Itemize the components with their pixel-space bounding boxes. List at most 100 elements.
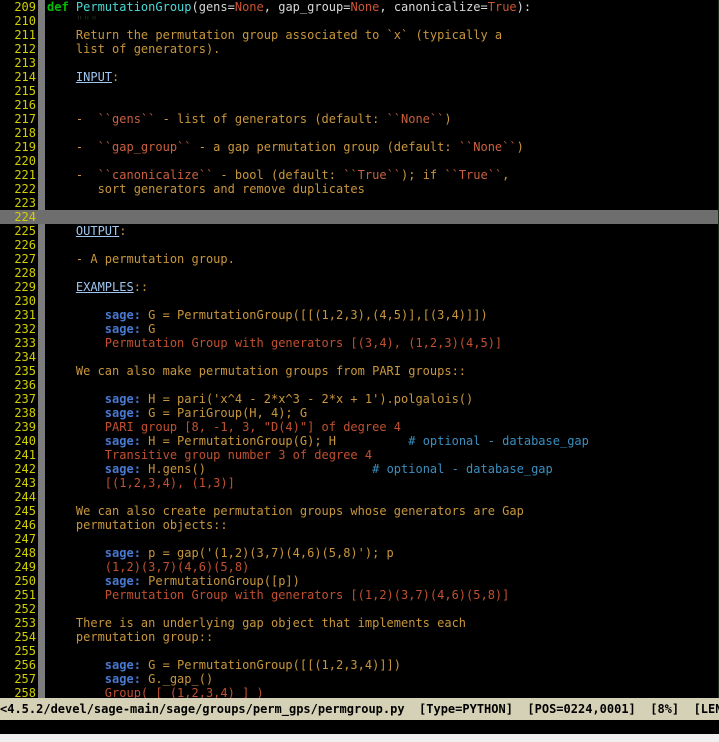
code-token: INPUT: [75, 70, 113, 84]
code-line[interactable]: 250 sage: PermutationGroup([p]): [0, 574, 719, 588]
code-token: -: [47, 140, 98, 154]
line-number: 257: [14, 672, 36, 686]
code-text: sage: PermutationGroup([p]): [47, 574, 300, 588]
code-line[interactable]: 255: [0, 644, 719, 658]
line-number: 220: [14, 154, 36, 168]
line-number: 228: [14, 266, 36, 280]
code-line[interactable]: 244: [0, 490, 719, 504]
code-line[interactable]: 257 sage: G._gap_(): [0, 672, 719, 686]
code-line[interactable]: 249 (1,2)(3,7)(4,6)(5,8): [0, 560, 719, 574]
line-number: 244: [14, 490, 36, 504]
code-line[interactable]: 227 - A permutation group.: [0, 252, 719, 266]
code-token: H = pari('x^4 - 2*x^3 - 2*x + 1').polgal…: [140, 392, 474, 406]
code-token: PermutationGroup: [75, 0, 192, 14]
code-line[interactable]: 212 list of generators).: [0, 42, 719, 56]
code-line[interactable]: 226: [0, 238, 719, 252]
code-token: EXAMPLES: [75, 280, 134, 294]
code-line[interactable]: 211 Return the permutation group associa…: [0, 28, 719, 42]
code-line[interactable]: 218: [0, 126, 719, 140]
code-line[interactable]: 220: [0, 154, 719, 168]
code-line[interactable]: 232 sage: G: [0, 322, 719, 336]
code-line[interactable]: 216: [0, 98, 719, 112]
line-number: 240: [14, 434, 36, 448]
code-token: None: [234, 0, 264, 14]
editor-viewport[interactable]: 209 def PermutationGroup(gens=None, gap_g…: [0, 0, 719, 698]
line-number: 251: [14, 588, 36, 602]
code-line[interactable]: 252: [0, 602, 719, 616]
code-line[interactable]: 240 sage: H = PermutationGroup(G); H # o…: [0, 434, 719, 448]
code-line[interactable]: 247: [0, 532, 719, 546]
code-token: :: [119, 224, 127, 238]
code-token: There is an underlying gap object that i…: [47, 616, 467, 630]
line-number: 215: [14, 84, 36, 98]
code-line[interactable]: 221 - ``canonicalize`` - bool (default: …: [0, 168, 719, 182]
code-line[interactable]: 254 permutation group::: [0, 630, 719, 644]
code-line[interactable]: 231 sage: G = PermutationGroup([[(1,2,3)…: [0, 308, 719, 322]
code-line[interactable]: 239 PARI group [8, -1, 3, "D(4)"] of deg…: [0, 420, 719, 434]
code-text: - ``canonicalize`` - bool (default: ``Tr…: [47, 168, 510, 182]
code-token: sage:: [104, 308, 141, 322]
code-line[interactable]: 238 sage: G = PariGroup(H, 4); G: [0, 406, 719, 420]
code-token: ``canonicalize``: [97, 168, 214, 182]
code-text: EXAMPLES::: [47, 280, 148, 294]
line-number: 218: [14, 126, 36, 140]
code-text: sage: G._gap_(): [47, 672, 213, 686]
code-token: , canonicalize=: [379, 0, 488, 14]
code-line[interactable]: 225 OUTPUT:: [0, 224, 719, 238]
code-token: sage:: [104, 658, 141, 672]
code-line[interactable]: 224: [0, 210, 719, 224]
code-line[interactable]: 256 sage: G = PermutationGroup([[(1,2,3,…: [0, 658, 719, 672]
code-line[interactable]: 228: [0, 266, 719, 280]
code-token: G._gap_(): [140, 672, 214, 686]
code-line[interactable]: 258 Group( [ (1,2,3,4) ] ): [0, 686, 719, 698]
code-line[interactable]: 235 We can also make permutation groups …: [0, 364, 719, 378]
code-line[interactable]: 248 sage: p = gap('(1,2)(3,7)(4,6)(5,8)'…: [0, 546, 719, 560]
code-line[interactable]: 209 def PermutationGroup(gens=None, gap_g…: [0, 0, 719, 14]
code-token: # optional - database_gap: [372, 462, 553, 476]
line-number: 243: [14, 476, 36, 490]
code-token: sage:: [104, 462, 141, 476]
code-line[interactable]: 222 sort generators and remove duplicate…: [0, 182, 719, 196]
code-line[interactable]: 242 sage: H.gens() # optional - database…: [0, 462, 719, 476]
code-text: sage: G = PariGroup(H, 4); G: [47, 406, 307, 420]
code-line[interactable]: 219 - ``gap_group`` - a gap permutation …: [0, 140, 719, 154]
code-line[interactable]: 246 permutation objects::: [0, 518, 719, 532]
code-line[interactable]: 230: [0, 294, 719, 308]
line-number: 234: [14, 350, 36, 364]
code-line[interactable]: 237 sage: H = pari('x^4 - 2*x^3 - 2*x + …: [0, 392, 719, 406]
code-line[interactable]: 210 """: [0, 14, 719, 28]
code-token: H = PermutationGroup(G); H: [140, 434, 336, 448]
line-number: 222: [14, 182, 36, 196]
code-text: permutation objects::: [47, 518, 228, 532]
code-token: We can also make permutation groups from…: [47, 364, 467, 378]
code-line[interactable]: 253 There is an underlying gap object th…: [0, 616, 719, 630]
code-token: ::: [133, 280, 149, 294]
code-line[interactable]: 233 Permutation Group with generators [(…: [0, 336, 719, 350]
code-line[interactable]: 214 INPUT:: [0, 70, 719, 84]
line-number: 249: [14, 560, 36, 574]
line-number: 214: [14, 70, 36, 84]
code-line[interactable]: 241 Transitive group number 3 of degree …: [0, 448, 719, 462]
code-line[interactable]: 245 We can also create permutation group…: [0, 504, 719, 518]
code-line[interactable]: 243 [(1,2,3,4), (1,3)]: [0, 476, 719, 490]
code-line[interactable]: 215: [0, 84, 719, 98]
code-text: Group( [ (1,2,3,4) ] ): [47, 686, 264, 698]
code-token: permutation objects::: [47, 518, 228, 532]
code-line[interactable]: 236: [0, 378, 719, 392]
status-bar: <4.5.2/devel/sage-main/sage/groups/perm_…: [0, 698, 719, 720]
code-line[interactable]: 234: [0, 350, 719, 364]
code-text: sage: G = PermutationGroup([[(1,2,3),(4,…: [47, 308, 488, 322]
code-line[interactable]: 217 - ``gens`` - list of generators (def…: [0, 112, 719, 126]
code-line[interactable]: 229 EXAMPLES::: [0, 280, 719, 294]
code-text: sage: H = pari('x^4 - 2*x^3 - 2*x + 1').…: [47, 392, 473, 406]
code-line[interactable]: 251 Permutation Group with generators [(…: [0, 588, 719, 602]
code-text: sage: G: [47, 322, 156, 336]
command-line[interactable]: [0, 720, 719, 734]
code-line[interactable]: 223: [0, 196, 719, 210]
line-number: 242: [14, 462, 36, 476]
code-token: sage:: [104, 392, 141, 406]
code-token: G = PariGroup(H, 4); G: [140, 406, 308, 420]
code-line[interactable]: 213: [0, 56, 719, 70]
